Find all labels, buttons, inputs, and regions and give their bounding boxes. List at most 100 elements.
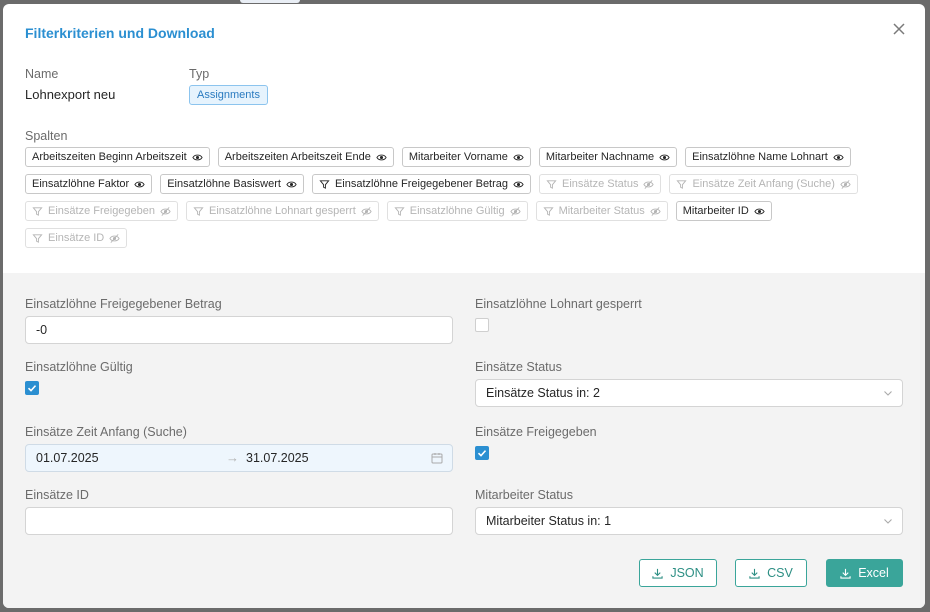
column-chip-label: Arbeitszeiten Arbeitszeit Ende — [224, 151, 371, 163]
checkmark-icon — [27, 385, 37, 392]
filter-icon — [542, 206, 554, 216]
column-chip[interactable]: Einsätze Status — [539, 174, 662, 194]
column-chip-label: Einsatzlöhne Name Lohnart — [692, 151, 828, 163]
column-chip[interactable]: Einsatzlöhne Faktor — [25, 174, 153, 194]
columns-label: Spalten — [25, 129, 68, 143]
zeit-anfang-label: Einsätze Zeit Anfang (Suche) — [25, 425, 187, 439]
filter-icon — [32, 206, 43, 216]
lohnart-gesperrt-checkbox[interactable] — [475, 318, 489, 332]
calendar-icon — [431, 453, 443, 464]
name-value: Lohnexport neu — [25, 87, 116, 102]
name-label: Name — [25, 67, 59, 81]
chip-row: Einsätze ID — [25, 228, 905, 248]
filter-icon — [319, 179, 330, 189]
column-chip[interactable]: Einsätze Freigegeben — [25, 201, 179, 221]
filter-icon — [546, 179, 557, 189]
column-chip-label: Mitarbeiter Nachname — [545, 151, 655, 163]
checkmark-icon — [477, 450, 487, 457]
gueltig-checkbox[interactable] — [25, 381, 39, 395]
column-chip-label: Einsätze Zeit Anfang (Suche) — [692, 178, 835, 190]
column-chip-label: Einsatzlöhne Gültig — [409, 205, 505, 217]
eye-off-icon[interactable] — [361, 206, 372, 217]
column-chip[interactable]: Mitarbeiter Nachname — [538, 147, 678, 167]
column-chip[interactable]: Einsatzlöhne Gültig — [386, 201, 528, 221]
eye-icon[interactable] — [513, 152, 524, 163]
chip-row: Einsatzlöhne Faktor Einsatzlöhne Basiswer… — [25, 174, 905, 194]
eye-icon[interactable] — [286, 179, 297, 190]
type-label: Typ — [189, 67, 210, 81]
column-chip[interactable]: Mitarbeiter Status — [535, 201, 668, 221]
column-chip-label: Einsatzlöhne Lohnart gesperrt — [209, 205, 356, 217]
filter-download-modal: Filterkriterien und Download Name Lohnex… — [3, 4, 925, 608]
einsaetze-status-value: Einsätze Status in: 2 — [486, 386, 600, 400]
column-chip-label: Mitarbeiter ID — [682, 205, 749, 217]
einsaetze-id-input[interactable] — [25, 507, 453, 535]
eye-off-icon[interactable] — [509, 206, 521, 217]
eye-icon[interactable] — [513, 179, 524, 190]
column-chip[interactable]: Arbeitszeiten Beginn Arbeitszeit — [25, 147, 210, 167]
column-chip[interactable]: Einsatzlöhne Name Lohnart — [685, 147, 851, 167]
column-chip-label: Einsatzlöhne Freigegebener Betrag — [334, 178, 509, 190]
download-excel-button[interactable]: Excel — [826, 559, 903, 587]
eye-icon[interactable] — [192, 152, 203, 163]
background-tab — [240, 0, 300, 3]
filter-icon — [193, 206, 204, 216]
download-json-button[interactable]: JSON — [639, 559, 717, 587]
column-chip[interactable]: Einsatzlöhne Basiswert — [160, 174, 304, 194]
chevron-down-icon — [884, 519, 892, 524]
freigegeben-label: Einsätze Freigegeben — [475, 425, 597, 439]
download-icon — [840, 568, 851, 579]
column-chip[interactable]: Arbeitszeiten Arbeitszeit Ende — [217, 147, 394, 167]
csv-label: CSV — [767, 566, 793, 580]
column-chip[interactable]: Mitarbeiter Vorname — [401, 147, 531, 167]
filter-icon — [394, 206, 405, 216]
eye-off-icon[interactable] — [840, 179, 851, 190]
einsaetze-id-label: Einsätze ID — [25, 488, 89, 502]
gueltig-label: Einsatzlöhne Gültig — [25, 360, 133, 374]
filter-icon — [676, 179, 688, 189]
eye-off-icon[interactable] — [109, 233, 120, 244]
range-start-date[interactable]: 01.07.2025 — [36, 451, 99, 465]
column-chip[interactable]: Einsatzlöhne Freigegebener Betrag — [311, 174, 532, 194]
eye-icon[interactable] — [659, 152, 670, 163]
download-icon — [652, 568, 663, 579]
lohnart-gesperrt-label: Einsatzlöhne Lohnart gesperrt — [475, 297, 642, 311]
eye-off-icon[interactable] — [160, 206, 171, 217]
eye-off-icon[interactable] — [643, 179, 655, 190]
zeit-anfang-range-picker[interactable]: 01.07.2025 → 31.07.2025 — [25, 444, 453, 472]
column-chip[interactable]: Mitarbeiter ID — [675, 201, 772, 221]
type-badge: Assignments — [189, 85, 268, 105]
chip-row: Einsätze Freigegeben Einsatzlöhne Lohnart… — [25, 201, 905, 221]
column-chip[interactable]: Einsätze ID — [25, 228, 128, 248]
excel-label: Excel — [858, 566, 889, 580]
eye-off-icon[interactable] — [650, 206, 661, 217]
column-chip-label: Einsätze Status — [562, 178, 639, 190]
einsaetze-status-label: Einsätze Status — [475, 360, 562, 374]
close-icon — [893, 23, 905, 35]
column-chip[interactable]: Einsätze Zeit Anfang (Suche) — [669, 174, 858, 194]
range-end-date[interactable]: 31.07.2025 — [246, 445, 309, 471]
column-chip-label: Mitarbeiter Vorname — [408, 151, 508, 163]
eye-icon[interactable] — [833, 152, 844, 163]
einsaetze-status-select[interactable]: Einsätze Status in: 2 — [475, 379, 903, 407]
filter-icon — [32, 233, 43, 243]
column-chip[interactable]: Einsatzlöhne Lohnart gesperrt — [186, 201, 379, 221]
column-chip-label: Einsatzlöhne Faktor — [32, 178, 130, 190]
filter-panel: Einsatzlöhne Freigegebener Betrag -0 Ein… — [3, 273, 925, 608]
json-label: JSON — [670, 566, 704, 580]
mitarbeiter-status-value: Mitarbeiter Status in: 1 — [486, 514, 612, 528]
column-chip-label: Arbeitszeiten Beginn Arbeitszeit — [32, 151, 187, 163]
mitarbeiter-status-label: Mitarbeiter Status — [475, 488, 573, 502]
eye-icon[interactable] — [376, 152, 387, 163]
close-button[interactable] — [891, 21, 907, 37]
mitarbeiter-status-select[interactable]: Mitarbeiter Status in: 1 — [475, 507, 903, 535]
column-chip-label: Mitarbeiter Status — [558, 205, 645, 217]
column-chip-label: Einsatzlöhne Basiswert — [167, 178, 281, 190]
freigegeben-checkbox[interactable] — [475, 446, 489, 460]
eye-icon[interactable] — [754, 206, 765, 217]
download-csv-button[interactable]: CSV — [735, 559, 807, 587]
freigegebener-betrag-input[interactable]: -0 — [25, 316, 453, 344]
freigegebener-betrag-label: Einsatzlöhne Freigegebener Betrag — [25, 297, 222, 311]
eye-icon[interactable] — [134, 179, 145, 190]
column-chip-label: Einsätze ID — [48, 232, 105, 244]
